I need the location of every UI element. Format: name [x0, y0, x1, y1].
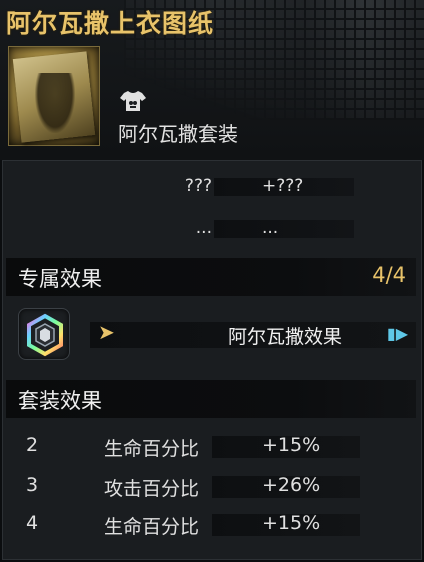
item-header: 阿尔瓦撒上衣图纸 阿尔瓦撒套装: [0, 0, 424, 160]
arrow-right-icon: ➤: [98, 320, 115, 344]
set-attribute: 生命百分比: [104, 438, 200, 460]
stat-value: ...: [262, 218, 279, 238]
set-effect-header: 套装效果: [6, 380, 416, 418]
set-name: 阿尔瓦撒套装: [118, 122, 238, 146]
stat-value: +???: [262, 176, 304, 196]
exclusive-effect-count: 4/4: [372, 263, 406, 287]
set-effect-row: 2 生命百分比 +15%: [6, 430, 416, 460]
blueprint-image[interactable]: [8, 46, 100, 146]
set-attribute: 生命百分比: [104, 516, 200, 538]
stat-name: ...: [195, 218, 212, 238]
blueprint-figure: [35, 73, 75, 133]
set-value: +15%: [262, 512, 321, 534]
set-effect-label: 套装效果: [18, 389, 102, 413]
set-piece-count: 4: [26, 512, 39, 534]
set-value: +26%: [262, 474, 321, 496]
exclusive-effect-row[interactable]: ➤ 阿尔瓦撒效果 ▮▶: [6, 302, 416, 368]
exclusive-effect-label: 专属效果: [18, 267, 102, 291]
set-effect-row: 4 生命百分比 +15%: [6, 508, 416, 538]
stat-row: ??? +???: [0, 176, 424, 198]
set-value: +15%: [262, 434, 321, 456]
stat-value-bar: [214, 220, 354, 238]
shirt-icon: [120, 90, 146, 112]
set-piece-count: 3: [26, 474, 39, 496]
stat-name: ???: [184, 176, 212, 196]
hexagon-gem-icon[interactable]: [18, 308, 70, 360]
exclusive-effect-name: 阿尔瓦撒效果: [228, 326, 343, 348]
stat-row: ... ...: [0, 218, 424, 240]
item-title: 阿尔瓦撒上衣图纸: [6, 9, 215, 38]
set-effect-row: 3 攻击百分比 +26%: [6, 470, 416, 500]
play-icon[interactable]: ▮▶: [387, 324, 408, 343]
set-piece-count: 2: [26, 434, 39, 456]
set-attribute: 攻击百分比: [104, 478, 200, 500]
exclusive-effect-header: 专属效果 4/4: [6, 258, 416, 296]
